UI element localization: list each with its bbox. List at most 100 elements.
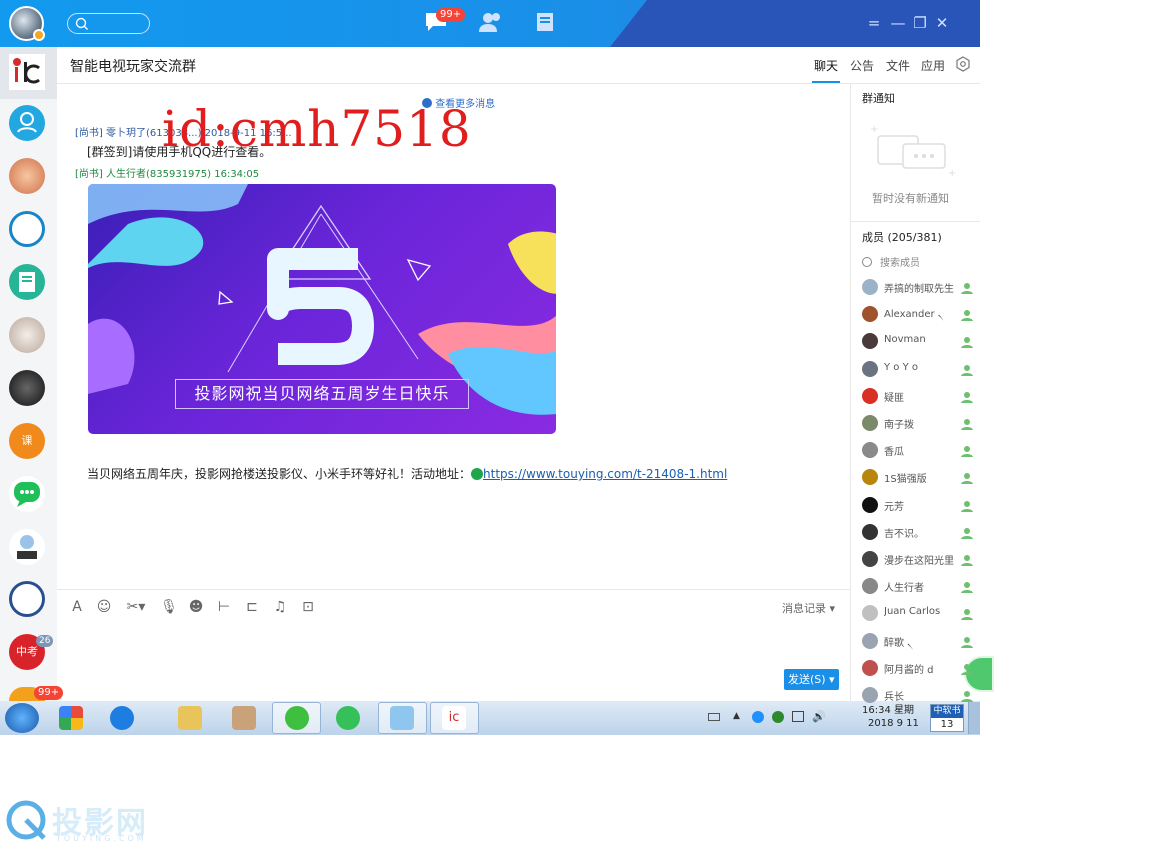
member-item[interactable]: 人生行者 [862, 577, 977, 597]
member-name: 1S猫强版 [884, 474, 927, 486]
member-item[interactable]: Juan Carlos [862, 604, 977, 624]
banner-caption: 投影网祝当贝网络五周岁生日快乐 [175, 379, 469, 409]
rail-item-chat-bubble-icon[interactable] [9, 476, 45, 512]
member-status-icon [960, 661, 974, 675]
file-transfer-icon[interactable]: ⊢ [215, 598, 233, 616]
rail-item-qq-group-icon[interactable] [9, 105, 45, 141]
member-item[interactable]: 弄搞的制取先生 [862, 278, 977, 298]
send-button[interactable]: 发送(S) ▾ [784, 669, 839, 690]
settings-gear-icon[interactable] [955, 56, 971, 72]
tray-app-icon[interactable] [772, 711, 784, 723]
screenshot-scissors-icon[interactable]: ✂▾ [124, 598, 148, 616]
apps-tab-icon[interactable] [533, 10, 561, 36]
menu-button[interactable]: = [865, 14, 883, 32]
member-item[interactable]: 元芳 [862, 496, 977, 516]
maximize-button[interactable]: ❐ [911, 14, 929, 32]
taskbar-app-4-icon[interactable] [232, 706, 256, 730]
calendar-widget[interactable]: 中软书 13 [930, 704, 964, 732]
rail-item-avatar-3[interactable] [9, 158, 45, 194]
message-3-text: 当贝网络五周年庆，投影网抢楼送投影仪、小米手环等好礼！活动地址： https://… [87, 465, 727, 482]
input-divider [57, 589, 850, 590]
member-avatar [862, 415, 878, 431]
music-icon[interactable]: ♫ [271, 598, 289, 616]
taskbar-app-7-icon[interactable] [390, 706, 414, 730]
sticker-icon[interactable]: ☻ [187, 598, 205, 616]
member-item[interactable]: 疑匪 [862, 387, 977, 407]
tray-expand-icon[interactable]: ▲ [733, 711, 740, 721]
minimize-button[interactable]: — [889, 14, 907, 32]
user-avatar[interactable] [9, 6, 45, 41]
rail-item-avatar-6[interactable] [9, 317, 45, 353]
member-item[interactable]: 漫步在这阳光里 [862, 550, 977, 570]
tab-chat[interactable]: 聊天 [814, 57, 838, 74]
member-item[interactable]: 阿月酱的 d [862, 659, 977, 679]
message-2-header: [尚书] 人生行者(835931975) 16:34:05 [75, 169, 260, 180]
member-name: 香瓜 [884, 447, 904, 459]
member-avatar [862, 632, 878, 649]
taskbar-qq-group-icon[interactable]: i̇c [442, 706, 466, 730]
rail-item-edu-icon[interactable]: 课 [9, 423, 45, 459]
member-item[interactable]: Alexander ৲ [862, 305, 977, 325]
tray-security-icon[interactable] [752, 711, 764, 723]
member-status-icon [960, 416, 974, 430]
close-button[interactable]: ✕ [933, 14, 951, 32]
member-item[interactable]: Novman [862, 332, 977, 352]
member-item[interactable]: 南子拨 [862, 414, 977, 434]
member-avatar [862, 605, 878, 622]
tray-volume-icon[interactable]: 🔊 [812, 710, 826, 723]
rail-item-document-icon[interactable] [9, 264, 45, 300]
more-tools-icon[interactable]: ⊡ [299, 598, 317, 616]
member-item[interactable]: 香瓜 [862, 441, 977, 461]
member-status-icon [960, 443, 974, 458]
member-name: 阿月酱的 d [884, 664, 934, 676]
member-name: Y o Y o [884, 361, 918, 373]
activity-link[interactable]: https://www.touying.com/t-21408-1.html [483, 467, 727, 481]
member-search-icon [862, 257, 872, 267]
tab-announcement[interactable]: 公告 [850, 57, 874, 74]
calendar-day: 13 [940, 719, 954, 730]
member-status-icon [960, 498, 974, 512]
emoji-icon[interactable]: ☺ [95, 598, 113, 616]
rail-item-mascot-icon[interactable] [9, 529, 45, 565]
member-name: Novman [884, 334, 926, 346]
member-name: Juan Carlos [884, 606, 941, 618]
image-icon[interactable]: ⊏ [243, 598, 261, 616]
promo-banner-image[interactable]: 投影网祝当贝网络五周岁生日快乐 [88, 184, 556, 434]
search-box[interactable] [67, 13, 150, 34]
font-icon[interactable]: A [68, 598, 86, 616]
message-history-button[interactable]: 消息记录 ▾ [782, 600, 835, 616]
member-status-icon [960, 525, 974, 539]
member-item[interactable]: 醉歌 ৲ [862, 632, 977, 652]
member-item[interactable]: 吉不识。 [862, 523, 977, 543]
member-status-icon [960, 334, 974, 349]
start-button-icon[interactable] [5, 703, 39, 733]
voice-mic-icon[interactable]: 🎙 [160, 598, 178, 616]
tray-clock[interactable]: 16:34 星期 2018 9 11 [862, 704, 919, 730]
taskbar-explorer-icon[interactable] [178, 706, 202, 730]
member-item[interactable]: 兵长 [862, 686, 977, 706]
rail-item-tv-group-icon[interactable] [9, 54, 45, 90]
tab-files[interactable]: 文件 [886, 57, 910, 74]
member-status-icon [960, 362, 974, 376]
rail-item-avatar-7[interactable] [9, 370, 45, 406]
tab-apps[interactable]: 应用 [921, 57, 945, 74]
member-status-icon [960, 389, 974, 403]
show-desktop-button[interactable] [968, 702, 980, 734]
taskbar-music-icon[interactable] [336, 706, 360, 730]
member-avatar [862, 333, 878, 350]
member-item[interactable]: 1S猫强版 [862, 468, 977, 488]
taskbar-app-1-icon[interactable] [59, 706, 83, 730]
member-avatar [862, 496, 878, 513]
tray-network-icon[interactable] [792, 711, 804, 722]
calendar-header: 中软书 [931, 705, 963, 718]
taskbar-ie-icon[interactable] [110, 706, 134, 730]
member-status-icon [960, 688, 974, 702]
member-item[interactable]: Y o Y o [862, 360, 977, 380]
member-status-icon [960, 634, 974, 648]
rail-item-emblem-icon[interactable] [9, 581, 45, 617]
tray-keyboard-icon[interactable] [708, 713, 720, 721]
member-search-input[interactable]: 搜索成员 [862, 254, 920, 269]
taskbar-browser-icon[interactable] [285, 706, 309, 730]
rail-item-circle-icon[interactable] [9, 211, 45, 247]
contacts-tab-icon[interactable] [478, 10, 506, 36]
